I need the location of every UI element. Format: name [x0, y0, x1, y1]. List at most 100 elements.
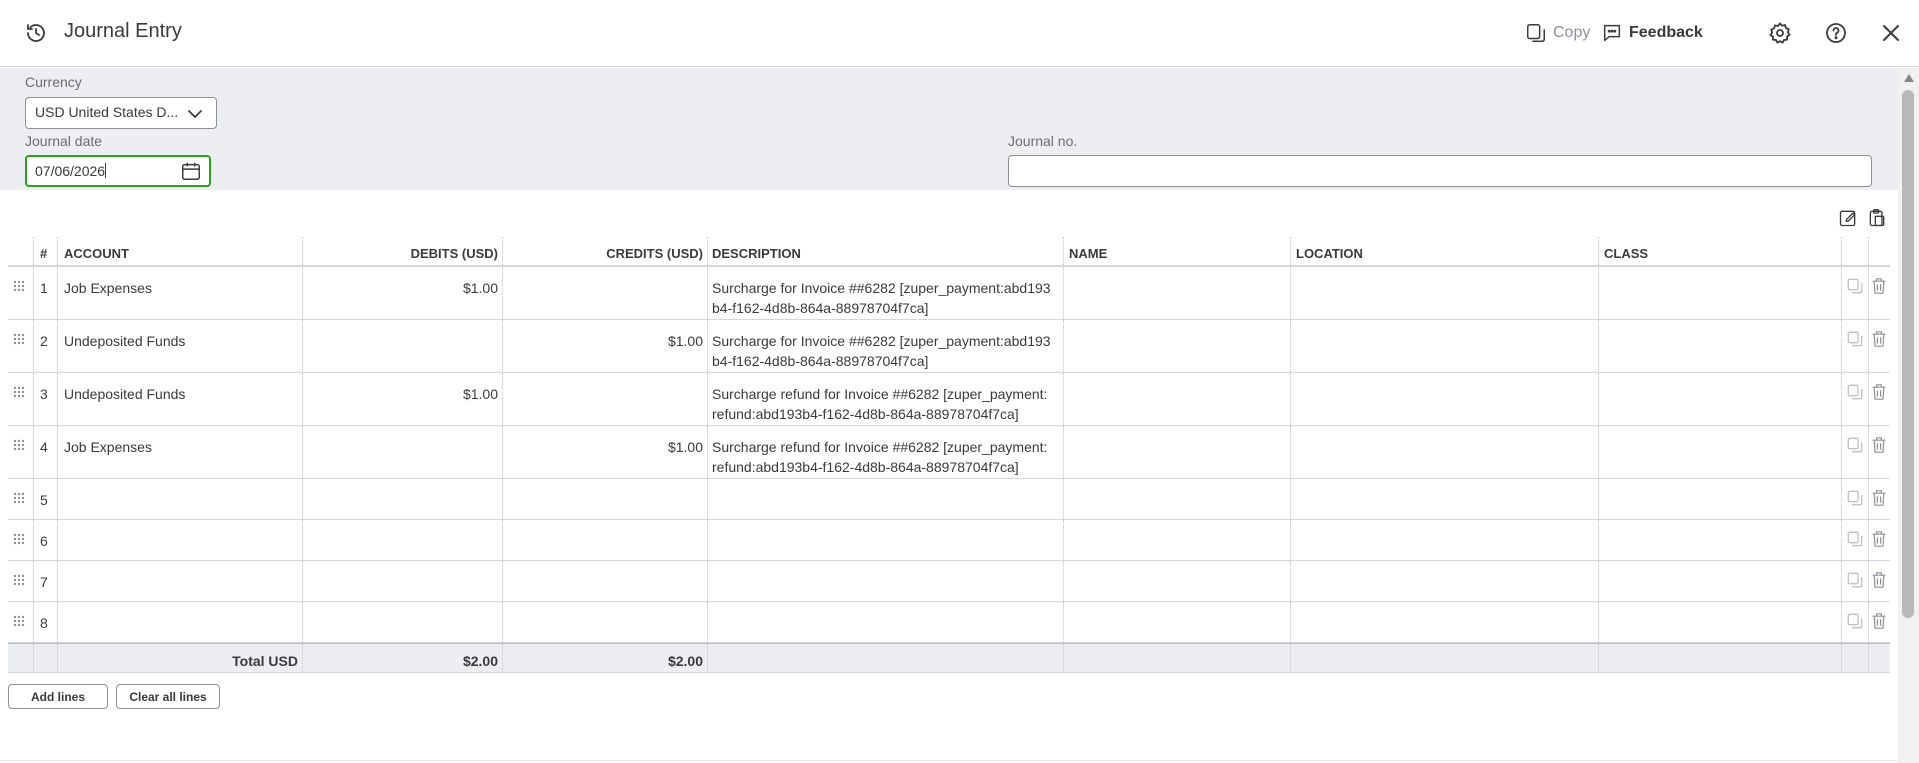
row-location[interactable] [1291, 602, 1599, 642]
edit-table-icon[interactable] [1838, 208, 1858, 228]
row-credit[interactable] [503, 561, 708, 601]
row-delete-cell[interactable] [1869, 267, 1890, 319]
row-account[interactable]: Undeposited Funds [58, 320, 303, 372]
row-drag-cell[interactable] [8, 426, 34, 478]
row-name[interactable] [1064, 267, 1291, 319]
row-drag-cell[interactable] [8, 267, 34, 319]
duplicate-row-icon[interactable] [1846, 571, 1864, 589]
trash-icon[interactable] [1871, 383, 1887, 401]
row-copy-cell[interactable] [1842, 320, 1869, 372]
row-credit[interactable] [503, 602, 708, 642]
drag-handle-icon[interactable] [12, 491, 26, 505]
row-description[interactable]: Surcharge refund for Invoice ##6282 [zup… [708, 426, 1064, 478]
trash-icon[interactable] [1871, 612, 1887, 630]
drag-handle-icon[interactable] [12, 438, 26, 452]
row-drag-cell[interactable] [8, 479, 34, 519]
drag-handle-icon[interactable] [12, 573, 26, 587]
row-description[interactable] [708, 602, 1064, 642]
row-delete-cell[interactable] [1869, 479, 1890, 519]
clear-all-lines-button[interactable]: Clear all lines [116, 684, 220, 709]
row-description[interactable]: Surcharge for Invoice ##6282 [zuper_paym… [708, 320, 1064, 372]
row-delete-cell[interactable] [1869, 602, 1890, 642]
row-description[interactable] [708, 479, 1064, 519]
trash-icon[interactable] [1871, 436, 1887, 454]
row-copy-cell[interactable] [1842, 520, 1869, 560]
add-lines-button[interactable]: Add lines [8, 684, 108, 709]
row-delete-cell[interactable] [1869, 520, 1890, 560]
row-credit[interactable] [503, 267, 708, 319]
row-credit[interactable] [503, 373, 708, 425]
row-class[interactable] [1599, 267, 1842, 319]
row-name[interactable] [1064, 373, 1291, 425]
row-account[interactable] [58, 561, 303, 601]
close-icon[interactable] [1879, 21, 1903, 45]
row-delete-cell[interactable] [1869, 320, 1890, 372]
row-debit[interactable]: $1.00 [303, 373, 503, 425]
row-name[interactable] [1064, 479, 1291, 519]
row-copy-cell[interactable] [1842, 373, 1869, 425]
table-row[interactable]: 1 Job Expenses $1.00 Surcharge for Invoice … [8, 267, 1890, 320]
row-name[interactable] [1064, 602, 1291, 642]
row-class[interactable] [1599, 373, 1842, 425]
help-icon[interactable] [1824, 21, 1848, 45]
drag-handle-icon[interactable] [12, 385, 26, 399]
trash-icon[interactable] [1871, 530, 1887, 548]
drag-handle-icon[interactable] [12, 332, 26, 346]
table-row[interactable]: 6 [8, 520, 1890, 561]
duplicate-row-icon[interactable] [1846, 489, 1864, 507]
duplicate-row-icon[interactable] [1846, 436, 1864, 454]
scroll-up-arrow-icon[interactable] [1904, 74, 1914, 82]
row-drag-cell[interactable] [8, 520, 34, 560]
row-location[interactable] [1291, 267, 1599, 319]
row-account[interactable] [58, 602, 303, 642]
row-description[interactable] [708, 561, 1064, 601]
row-copy-cell[interactable] [1842, 479, 1869, 519]
row-description[interactable]: Surcharge refund for Invoice ##6282 [zup… [708, 373, 1064, 425]
history-icon[interactable] [24, 21, 48, 45]
table-row[interactable]: 8 [8, 602, 1890, 643]
clipboard-icon[interactable] [1867, 208, 1887, 228]
row-drag-cell[interactable] [8, 373, 34, 425]
table-row[interactable]: 2 Undeposited Funds $1.00 Surcharge for Inv… [8, 320, 1890, 373]
row-drag-cell[interactable] [8, 320, 34, 372]
row-name[interactable] [1064, 561, 1291, 601]
duplicate-row-icon[interactable] [1846, 277, 1864, 295]
row-account[interactable]: Job Expenses [58, 267, 303, 319]
row-account[interactable] [58, 520, 303, 560]
row-class[interactable] [1599, 426, 1842, 478]
trash-icon[interactable] [1871, 571, 1887, 589]
row-location[interactable] [1291, 373, 1599, 425]
row-account[interactable] [58, 479, 303, 519]
table-row[interactable]: 7 [8, 561, 1890, 602]
row-location[interactable] [1291, 520, 1599, 560]
row-name[interactable] [1064, 520, 1291, 560]
row-delete-cell[interactable] [1869, 373, 1890, 425]
row-credit[interactable] [503, 479, 708, 519]
duplicate-row-icon[interactable] [1846, 530, 1864, 548]
chevron-down-icon[interactable] [187, 106, 203, 122]
row-debit[interactable] [303, 561, 503, 601]
scrollbar-thumb[interactable] [1902, 90, 1914, 618]
row-class[interactable] [1599, 479, 1842, 519]
row-copy-cell[interactable] [1842, 267, 1869, 319]
row-debit[interactable] [303, 426, 503, 478]
row-debit[interactable] [303, 479, 503, 519]
duplicate-row-icon[interactable] [1846, 612, 1864, 630]
row-drag-cell[interactable] [8, 602, 34, 642]
trash-icon[interactable] [1871, 277, 1887, 295]
row-delete-cell[interactable] [1869, 426, 1890, 478]
journal-no-input[interactable] [1008, 155, 1872, 187]
row-credit[interactable]: $1.00 [503, 320, 708, 372]
drag-handle-icon[interactable] [12, 532, 26, 546]
duplicate-row-icon[interactable] [1846, 383, 1864, 401]
row-debit[interactable]: $1.00 [303, 267, 503, 319]
row-copy-cell[interactable] [1842, 602, 1869, 642]
row-location[interactable] [1291, 561, 1599, 601]
row-debit[interactable] [303, 320, 503, 372]
row-description[interactable] [708, 520, 1064, 560]
row-location[interactable] [1291, 426, 1599, 478]
row-account[interactable]: Job Expenses [58, 426, 303, 478]
row-name[interactable] [1064, 426, 1291, 478]
row-class[interactable] [1599, 561, 1842, 601]
feedback-button[interactable]: Feedback [1601, 20, 1703, 46]
